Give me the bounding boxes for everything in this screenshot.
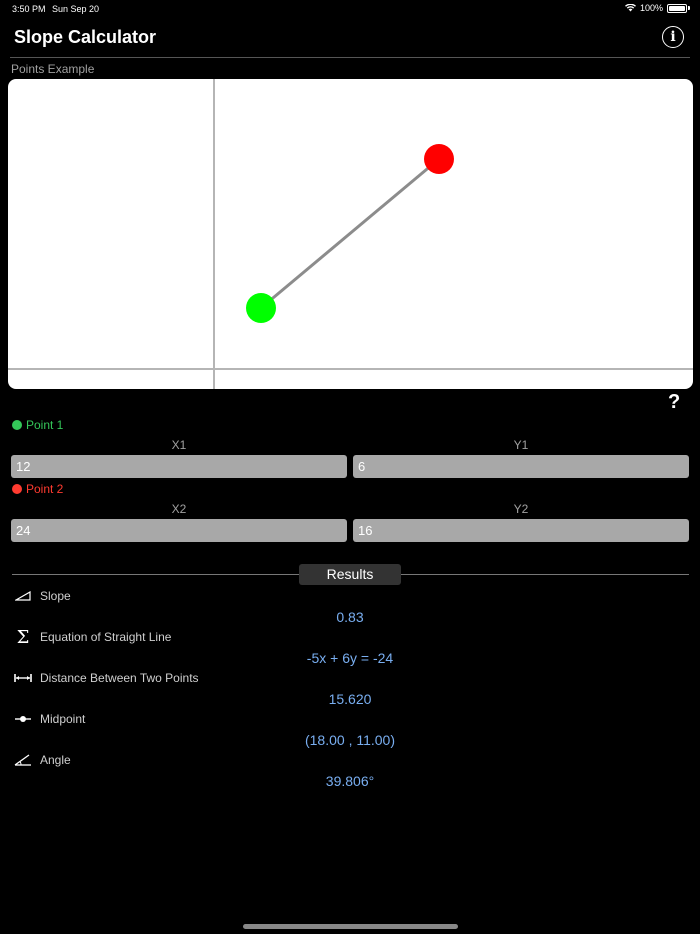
point1-header: Point 1 [12, 418, 63, 432]
info-button[interactable]: i [662, 26, 684, 48]
header-divider [10, 57, 690, 58]
status-date: Sun Sep 20 [52, 4, 100, 14]
battery-icon [667, 3, 687, 13]
graph-point-2[interactable] [424, 144, 454, 174]
sigma-icon: Σ [16, 626, 30, 648]
equation-label: Equation of Straight Line [40, 630, 172, 644]
angle-value: 39.806° [325, 773, 375, 789]
graph-canvas [8, 79, 693, 389]
slope-value: 0.83 [336, 609, 364, 625]
angle-label: Angle [40, 753, 71, 767]
distance-value: 15.620 [328, 691, 372, 707]
x1-input[interactable]: 12 [11, 455, 347, 478]
distance-label: Distance Between Two Points [40, 671, 199, 685]
x2-input[interactable]: 24 [11, 519, 347, 542]
distance-row: Distance Between Two Points [14, 671, 199, 685]
angle-row: Angle [14, 753, 71, 767]
help-button[interactable]: ? [668, 391, 680, 414]
point2-dot-icon [12, 484, 22, 494]
slope-icon [14, 589, 32, 603]
y2-label: Y2 [513, 502, 529, 516]
status-time: 3:50 PM [12, 4, 46, 14]
point2-label: Point 2 [26, 482, 64, 496]
graph-section-label: Points Example [11, 62, 95, 76]
point1-dot-icon [12, 420, 22, 430]
status-bar: 3:50 PM Sun Sep 20 100% [0, 0, 700, 18]
graph-line-segment [260, 157, 440, 310]
home-indicator[interactable] [243, 924, 458, 929]
y1-label: Y1 [513, 438, 529, 452]
graph-point-1[interactable] [246, 293, 276, 323]
midpoint-label: Midpoint [40, 712, 86, 726]
x1-label: X1 [171, 438, 187, 452]
wifi-icon [624, 4, 636, 12]
angle-icon [14, 753, 32, 767]
points-graph[interactable] [8, 79, 693, 389]
equation-value: -5x + 6y = -24 [306, 650, 394, 666]
results-tab[interactable]: Results [299, 564, 401, 585]
slope-row: Slope [14, 589, 71, 603]
slope-label: Slope [40, 589, 71, 603]
status-right: 100% [624, 3, 690, 13]
midpoint-icon [14, 712, 32, 726]
x2-label: X2 [171, 502, 187, 516]
midpoint-value: (18.00 , 11.00) [304, 732, 396, 748]
distance-icon [14, 671, 32, 685]
y1-input[interactable]: 6 [353, 455, 689, 478]
y2-input[interactable]: 16 [353, 519, 689, 542]
point2-header: Point 2 [12, 482, 63, 496]
battery-percent: 100% [639, 3, 663, 13]
point1-label: Point 1 [26, 418, 64, 432]
equation-row: Σ Equation of Straight Line [14, 626, 172, 648]
info-icon: i [670, 29, 676, 45]
midpoint-row: Midpoint [14, 712, 85, 726]
battery-cap [688, 6, 690, 10]
page-title: Slope Calculator [14, 27, 157, 47]
